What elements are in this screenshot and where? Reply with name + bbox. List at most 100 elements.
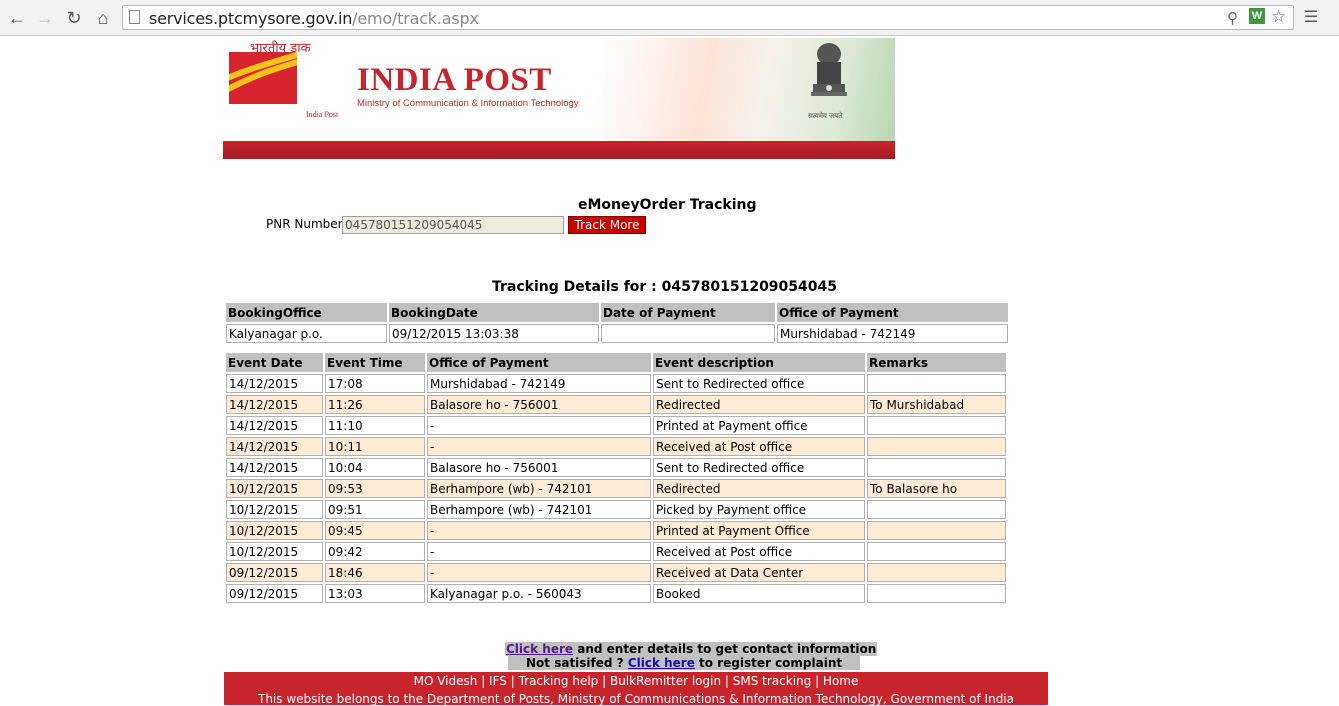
brand-title: INDIA POST xyxy=(357,62,552,98)
event-office: Berhampore (wb) - 742101 xyxy=(427,479,651,498)
table-row: 14/12/2015 11:26 Balasore ho - 756001 Redir… xyxy=(226,395,1006,414)
forward-arrow-icon[interactable]: → xyxy=(34,7,56,29)
footer-separator: | xyxy=(811,674,823,688)
header-booking-office: BookingOffice xyxy=(226,303,387,322)
date-of-payment xyxy=(601,324,775,343)
event-description: Redirected xyxy=(653,479,865,498)
event-date: 10/12/2015 xyxy=(226,521,323,540)
event-remarks xyxy=(867,437,1006,456)
header-remarks: Remarks xyxy=(867,353,1006,372)
event-date: 14/12/2015 xyxy=(226,458,323,477)
event-office: - xyxy=(427,437,651,456)
header-date-of-payment: Date of Payment xyxy=(601,303,775,322)
event-remarks xyxy=(867,458,1006,477)
pnr-input[interactable] xyxy=(342,216,564,234)
event-description: Received at Post office xyxy=(653,437,865,456)
events-table: Event Date Event Time Office of Payment … xyxy=(224,351,1008,605)
track-more-button[interactable]: Track More xyxy=(568,216,646,234)
table-row: 09/12/2015 18:46- Received at Data Center xyxy=(226,563,1006,582)
event-date: 14/12/2015 xyxy=(226,395,323,414)
event-description: Picked by Payment office xyxy=(653,500,865,519)
table-row: 14/12/2015 17:08 Murshidabad - 742149 Sent … xyxy=(226,374,1006,393)
footer-links: MO Videsh | IFS | Tracking help | BulkRe… xyxy=(224,674,1048,688)
footer-separator: | xyxy=(598,674,610,688)
event-time: 11:10 xyxy=(325,416,425,435)
hindi-title: भारतीय डाक xyxy=(250,41,311,56)
event-time: 18:46 xyxy=(325,563,425,582)
event-remarks xyxy=(867,521,1006,540)
event-date: 14/12/2015 xyxy=(226,374,323,393)
event-time: 10:04 xyxy=(325,458,425,477)
table-row: 10/12/2015 09:51 Berhampore (wb) - 742101 P… xyxy=(226,500,1006,519)
event-time: 17:08 xyxy=(325,374,425,393)
event-time: 09:51 xyxy=(325,500,425,519)
events-header-row: Event Date Event Time Office of Payment … xyxy=(226,353,1006,372)
complaint-click-here-link[interactable]: Click here xyxy=(628,656,695,670)
menu-icon[interactable]: ☰ xyxy=(1300,7,1322,29)
event-remarks xyxy=(867,563,1006,582)
table-row: 14/12/2015 10:04 Balasore ho - 756001 Sent … xyxy=(226,458,1006,477)
event-office: Murshidabad - 742149 xyxy=(427,374,651,393)
event-time: 09:45 xyxy=(325,521,425,540)
event-office: Berhampore (wb) - 742101 xyxy=(427,500,651,519)
complaint-line: Not satisifed ? Click here to register c… xyxy=(508,656,861,670)
contact-click-here-link[interactable]: Click here xyxy=(506,642,573,656)
header-office-of-payment: Office of Payment xyxy=(427,353,651,372)
event-date: 10/12/2015 xyxy=(226,479,323,498)
table-row: 10/12/2015 09:45- Printed at Payment Offic… xyxy=(226,521,1006,540)
url-host: services.ptcmysore.gov.in xyxy=(149,9,353,28)
footer-link[interactable]: BulkRemitter login xyxy=(610,674,721,688)
event-date: 10/12/2015 xyxy=(226,542,323,561)
header-event-time: Event Time xyxy=(325,353,425,372)
url-text: services.ptcmysore.gov.in/emo/track.aspx xyxy=(149,9,479,28)
address-bar[interactable]: services.ptcmysore.gov.in/emo/track.aspx… xyxy=(122,5,1294,30)
event-time: 09:42 xyxy=(325,542,425,561)
extension-icon[interactable]: W xyxy=(1249,8,1265,24)
table-row: 09/12/2015 13:03 Kalyanagar p.o. - 560043 B… xyxy=(226,584,1006,603)
star-icon[interactable]: ☆ xyxy=(1271,7,1286,27)
event-description: Printed at Payment office xyxy=(653,416,865,435)
search-icon[interactable]: ⚲ xyxy=(1227,9,1238,27)
header-booking-date: BookingDate xyxy=(389,303,599,322)
footer-link[interactable]: MO Videsh xyxy=(414,674,478,688)
booking-date: 09/12/2015 13:03:38 xyxy=(389,324,599,343)
event-office: - xyxy=(427,563,651,582)
page-icon xyxy=(129,10,140,24)
event-description: Received at Post office xyxy=(653,542,865,561)
event-date: 14/12/2015 xyxy=(226,416,323,435)
event-date: 09/12/2015 xyxy=(226,563,323,582)
event-remarks xyxy=(867,542,1006,561)
contact-info-text: and enter details to get contact informa… xyxy=(573,642,877,656)
complaint-pre-text: Not satisifed ? xyxy=(526,656,628,670)
event-description: Sent to Redirected office xyxy=(653,374,865,393)
office-of-payment: Murshidabad - 742149 xyxy=(777,324,1008,343)
event-date: 14/12/2015 xyxy=(226,437,323,456)
event-time: 11:26 xyxy=(325,395,425,414)
banner-stripe xyxy=(223,141,895,159)
header-office-of-payment: Office of Payment xyxy=(777,303,1008,322)
footer-separator: | xyxy=(506,674,519,688)
event-office: Balasore ho - 756001 xyxy=(427,458,651,477)
footer-link[interactable]: Tracking help xyxy=(519,674,599,688)
home-icon[interactable]: ⌂ xyxy=(92,7,114,29)
event-description: Printed at Payment Office xyxy=(653,521,865,540)
footer: MO Videsh | IFS | Tracking help | BulkRe… xyxy=(224,672,1048,706)
event-office: - xyxy=(427,521,651,540)
footer-link[interactable]: IFS xyxy=(489,674,507,688)
reload-icon[interactable]: ↻ xyxy=(63,7,85,29)
table-row: 10/12/2015 09:42- Received at Post office xyxy=(226,542,1006,561)
event-office: - xyxy=(427,416,651,435)
footer-link[interactable]: SMS tracking xyxy=(733,674,812,688)
event-description: Received at Data Center xyxy=(653,563,865,582)
event-remarks: To Balasore ho xyxy=(867,479,1006,498)
footer-separator: | xyxy=(721,674,733,688)
browser-toolbar: ← → ↻ ⌂ services.ptcmysore.gov.in/emo/tr… xyxy=(0,0,1339,36)
ashoka-emblem-icon xyxy=(803,40,855,106)
emblem-caption: सत्यमेव जयते xyxy=(808,112,843,120)
header-event-description: Event description xyxy=(653,353,865,372)
back-arrow-icon[interactable]: ← xyxy=(6,7,28,29)
url-path: /emo/track.aspx xyxy=(352,9,479,28)
booking-header-row: BookingOffice BookingDate Date of Paymen… xyxy=(226,303,1008,322)
footer-link[interactable]: Home xyxy=(823,674,858,688)
event-date: 10/12/2015 xyxy=(226,500,323,519)
